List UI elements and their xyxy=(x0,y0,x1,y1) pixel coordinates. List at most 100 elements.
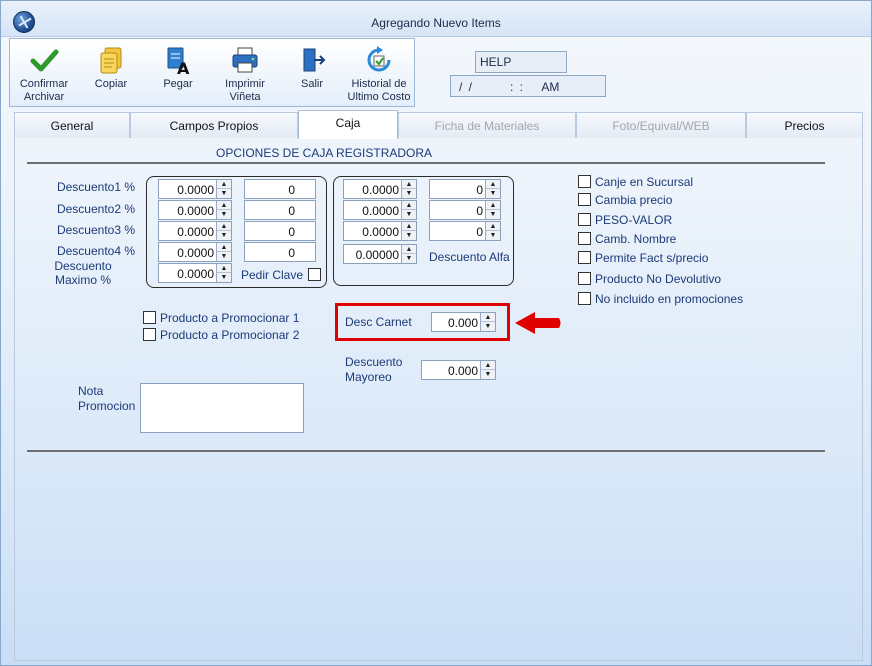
descuento1-int-field[interactable]: 0 xyxy=(244,179,316,199)
paste-label: Pegar xyxy=(163,78,193,90)
peso-valor-label: PESO-VALOR xyxy=(595,213,673,227)
spin-down-icon[interactable]: ▼ xyxy=(402,210,416,219)
descuento-maximo-spinner[interactable]: 0.0000 ▲ ▼ xyxy=(158,263,232,283)
alfa1-spinner[interactable]: 0.0000 ▲ ▼ xyxy=(343,179,417,199)
spin-up-icon[interactable]: ▲ xyxy=(217,264,231,273)
spin-up-icon[interactable]: ▲ xyxy=(486,180,500,189)
spin-up-icon[interactable]: ▲ xyxy=(481,313,495,322)
spin-down-icon[interactable]: ▼ xyxy=(481,322,495,331)
descuento3-label: Descuento3 % xyxy=(56,223,135,237)
checkbox-box xyxy=(578,251,591,264)
desc-mayoreo-label: Descuento Mayoreo xyxy=(345,355,403,384)
descuento2-int-field[interactable]: 0 xyxy=(244,200,316,220)
nota-promocion-textarea[interactable] xyxy=(140,383,304,433)
spin-down-icon[interactable]: ▼ xyxy=(217,252,231,261)
descuento4-spinner[interactable]: 0.0000 ▲ ▼ xyxy=(158,242,232,262)
descuento4-int-field[interactable]: 0 xyxy=(244,242,316,262)
spinner-buttons: ▲ ▼ xyxy=(216,180,231,198)
desc-mayoreo-spinner[interactable]: 0.000 ▲ ▼ xyxy=(421,360,496,380)
spin-down-icon[interactable]: ▼ xyxy=(486,189,500,198)
title-bar: Agregando Nuevo Items xyxy=(1,1,871,37)
exit-label: Salir xyxy=(300,78,323,90)
pedir-clave-checkbox[interactable] xyxy=(308,268,321,281)
exit-button[interactable]: Salir xyxy=(279,39,345,107)
tab-bar: General Campos Propios Caja Ficha de Mat… xyxy=(14,110,863,139)
spinner-buttons: ▲ ▼ xyxy=(480,361,495,379)
paste-icon: A xyxy=(167,47,190,75)
alfa4-spinner[interactable]: 0.00000 ▲ ▼ xyxy=(343,244,417,264)
spin-up-icon[interactable]: ▲ xyxy=(217,222,231,231)
producto-no-devolutivo-label: Producto No Devolutivo xyxy=(595,272,722,286)
paste-button[interactable]: A Pegar xyxy=(145,39,211,107)
alfa3-int-spinner[interactable]: 0 ▲ ▼ xyxy=(429,221,501,241)
descuento-maximo-value: 0.0000 xyxy=(177,267,214,281)
spin-down-icon[interactable]: ▼ xyxy=(486,210,500,219)
spin-up-icon[interactable]: ▲ xyxy=(402,222,416,231)
checkbox-box xyxy=(578,213,591,226)
desc-carnet-spinner[interactable]: 0.000 ▲ ▼ xyxy=(431,312,496,332)
checkmark-icon xyxy=(30,49,59,72)
spinner-buttons: ▲ ▼ xyxy=(480,313,495,331)
spin-up-icon[interactable]: ▲ xyxy=(402,180,416,189)
copy-button[interactable]: Copiar xyxy=(78,39,144,107)
spin-down-icon[interactable]: ▼ xyxy=(402,189,416,198)
spin-down-icon[interactable]: ▼ xyxy=(402,254,416,263)
spinner-buttons: ▲ ▼ xyxy=(401,245,416,263)
promocionar-1-label: Producto a Promocionar 1 xyxy=(160,311,300,325)
descuento1-label: Descuento1 % xyxy=(56,180,135,194)
spin-up-icon[interactable]: ▲ xyxy=(481,361,495,370)
tab-caja[interactable]: Caja xyxy=(298,110,398,139)
cost-history-button[interactable]: Historial de Ultimo Costo xyxy=(346,39,412,107)
descuento1-int-value: 0 xyxy=(288,183,295,197)
cost-history-label: Historial de Ultimo Costo xyxy=(347,78,411,103)
pedir-clave-label: Pedir Clave xyxy=(241,268,304,282)
spin-up-icon[interactable]: ▲ xyxy=(402,245,416,254)
help-field[interactable]: HELP xyxy=(475,51,567,73)
spin-up-icon[interactable]: ▲ xyxy=(402,201,416,210)
main-window: Agregando Nuevo Items Confirmar Archivar… xyxy=(0,0,872,666)
alfa2-spinner[interactable]: 0.0000 ▲ ▼ xyxy=(343,200,417,220)
alfa3-spinner[interactable]: 0.0000 ▲ ▼ xyxy=(343,221,417,241)
alfa2-int-spinner[interactable]: 0 ▲ ▼ xyxy=(429,200,501,220)
descuento1-spinner[interactable]: 0.0000 ▲ ▼ xyxy=(158,179,232,199)
alfa2-value: 0.0000 xyxy=(362,204,399,218)
alfa1-int-spinner[interactable]: 0 ▲ ▼ xyxy=(429,179,501,199)
spin-down-icon[interactable]: ▼ xyxy=(217,231,231,240)
spin-down-icon[interactable]: ▼ xyxy=(217,210,231,219)
spin-down-icon[interactable]: ▼ xyxy=(481,370,495,379)
spin-up-icon[interactable]: ▲ xyxy=(486,201,500,210)
confirm-archive-button[interactable]: Confirmar Archivar xyxy=(11,39,77,107)
top-divider xyxy=(27,162,825,164)
spin-up-icon[interactable]: ▲ xyxy=(217,180,231,189)
spin-up-icon[interactable]: ▲ xyxy=(217,243,231,252)
window-title: Agregando Nuevo Items xyxy=(371,16,501,30)
spinner-buttons: ▲ ▼ xyxy=(485,222,500,240)
descuento3-int-field[interactable]: 0 xyxy=(244,221,316,241)
checkbox-box xyxy=(578,292,591,305)
confirm-archive-label: Confirmar Archivar xyxy=(19,78,69,103)
spin-down-icon[interactable]: ▼ xyxy=(217,189,231,198)
tab-precios[interactable]: Precios xyxy=(746,112,863,138)
copy-icon xyxy=(100,47,122,74)
checkbox-box xyxy=(578,175,591,188)
descuento-maximo-label: Descuento Maximo % xyxy=(54,259,112,287)
spin-up-icon[interactable]: ▲ xyxy=(217,201,231,210)
camb-nombre-label: Camb. Nombre xyxy=(595,232,677,246)
nota-promocion-label: Nota Promocion xyxy=(78,384,136,413)
descuento3-int-value: 0 xyxy=(288,225,295,239)
checkbox-box xyxy=(578,272,591,285)
section-title: OPCIONES DE CAJA REGISTRADORA xyxy=(216,146,433,160)
descuento2-spinner[interactable]: 0.0000 ▲ ▼ xyxy=(158,200,232,220)
spin-up-icon[interactable]: ▲ xyxy=(486,222,500,231)
tab-general[interactable]: General xyxy=(14,112,130,138)
spin-down-icon[interactable]: ▼ xyxy=(402,231,416,240)
spinner-buttons: ▲ ▼ xyxy=(216,222,231,240)
tab-campos-propios[interactable]: Campos Propios xyxy=(130,112,298,138)
spin-down-icon[interactable]: ▼ xyxy=(217,273,231,282)
spin-down-icon[interactable]: ▼ xyxy=(486,231,500,240)
alfa1-int-value: 0 xyxy=(476,183,483,197)
tab-foto-equival-web[interactable]: Foto/Equival/WEB xyxy=(576,112,746,138)
tab-ficha-materiales[interactable]: Ficha de Materiales xyxy=(398,112,576,138)
descuento3-spinner[interactable]: 0.0000 ▲ ▼ xyxy=(158,221,232,241)
print-label-button[interactable]: Imprimir Viñeta xyxy=(212,39,278,107)
